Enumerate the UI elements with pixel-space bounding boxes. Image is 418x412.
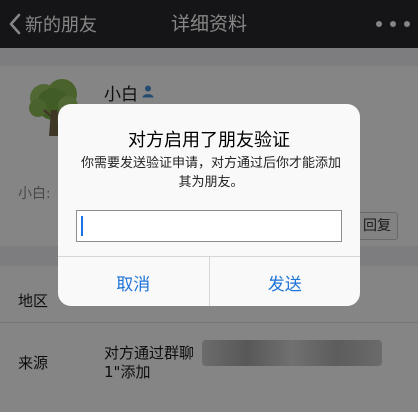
dialog-message: 你需要发送验证申请，对方通过后你才能添加其为朋友。 [80, 156, 341, 190]
verification-message-input[interactable] [76, 210, 342, 242]
dialog-actions: 取消 发送 [58, 256, 360, 306]
verification-dialog: 对方启用了朋友验证 你需要发送验证申请，对方通过后你才能添加其为朋友。 取消 发… [58, 104, 360, 306]
dialog-title: 对方启用了朋友验证 [128, 130, 290, 151]
cancel-button[interactable]: 取消 [58, 257, 209, 306]
send-button[interactable]: 发送 [208, 257, 361, 306]
